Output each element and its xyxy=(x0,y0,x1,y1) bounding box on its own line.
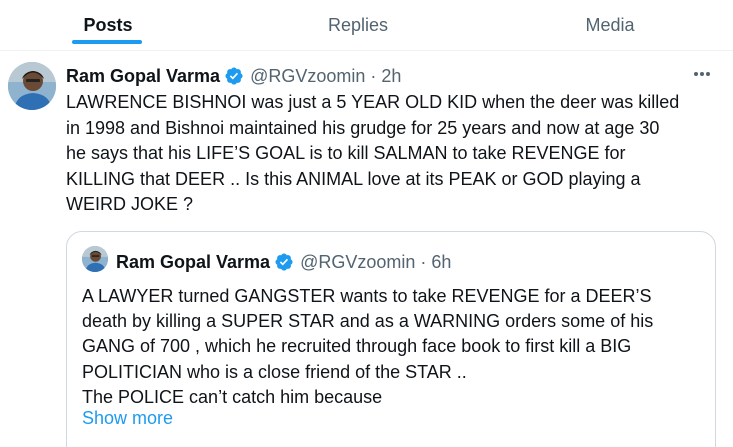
tab-media[interactable]: Media xyxy=(560,0,660,50)
verified-badge-icon xyxy=(275,253,293,271)
quoted-author-name: Ram Gopal Varma xyxy=(116,251,271,272)
author-avatar[interactable] xyxy=(8,62,56,110)
separator-dot: · xyxy=(370,65,377,86)
show-more-link[interactable]: Show more xyxy=(82,408,173,429)
quoted-tweet-header: Ram Gopal Varma @RGVzoomin · 6h xyxy=(116,250,451,274)
tweet-header: Ram Gopal Varma @RGVzoomin · 2h xyxy=(66,64,401,88)
quoted-text-line: The POLICE can’t catch him because xyxy=(82,386,383,407)
tab-replies[interactable]: Replies xyxy=(308,0,408,50)
tweet-text-line: LAWRENCE BISHNOI was just a 5 YEAR OLD K… xyxy=(66,92,680,112)
more-horizontal-icon xyxy=(694,72,710,76)
quoted-post-time: 6h xyxy=(431,251,452,272)
verified-badge-icon xyxy=(225,67,243,85)
more-options-button[interactable] xyxy=(690,64,714,84)
quoted-text-line: GANG of 700 , which he recruited through… xyxy=(82,336,632,357)
quoted-text-line: A LAWYER turned GANGSTER wants to take R… xyxy=(82,286,652,306)
tweet-text-line: in 1998 and Bishnoi maintained his grudg… xyxy=(66,117,660,138)
active-tab-indicator xyxy=(72,40,142,44)
author-name[interactable]: Ram Gopal Varma xyxy=(66,66,220,87)
tweet-text: LAWRENCE BISHNOI was just a 5 YEAR OLD K… xyxy=(66,90,679,218)
tab-posts-label: Posts xyxy=(83,14,133,35)
quoted-text-line: POLITICIAN who is a close friend of the … xyxy=(82,361,467,382)
tab-media-label: Media xyxy=(585,14,635,35)
post-time[interactable]: 2h xyxy=(381,66,401,87)
tweet-text-line: KILLING that DEER .. Is this ANIMAL love… xyxy=(66,168,641,189)
profile-timeline: Posts Replies Media Ram Gopal Varma @RGV… xyxy=(0,0,733,447)
quoted-tweet-text: A LAWYER turned GANGSTER wants to take R… xyxy=(82,284,653,410)
quoted-text-line: death by killing a SUPER STAR and as a W… xyxy=(82,311,654,332)
tweet-text-line: WEIRD JOKE ? xyxy=(66,194,194,215)
separator-dot: · xyxy=(420,251,427,272)
quoted-author-handle: @RGVzoomin xyxy=(300,251,416,272)
quoted-author-avatar xyxy=(82,246,108,272)
author-handle[interactable]: @RGVzoomin xyxy=(250,66,365,87)
tab-replies-label: Replies xyxy=(327,14,389,35)
tweet-text-line: he says that his LIFE’S GOAL is to kill … xyxy=(66,143,626,164)
profile-tabs: Posts Replies Media xyxy=(0,0,733,51)
